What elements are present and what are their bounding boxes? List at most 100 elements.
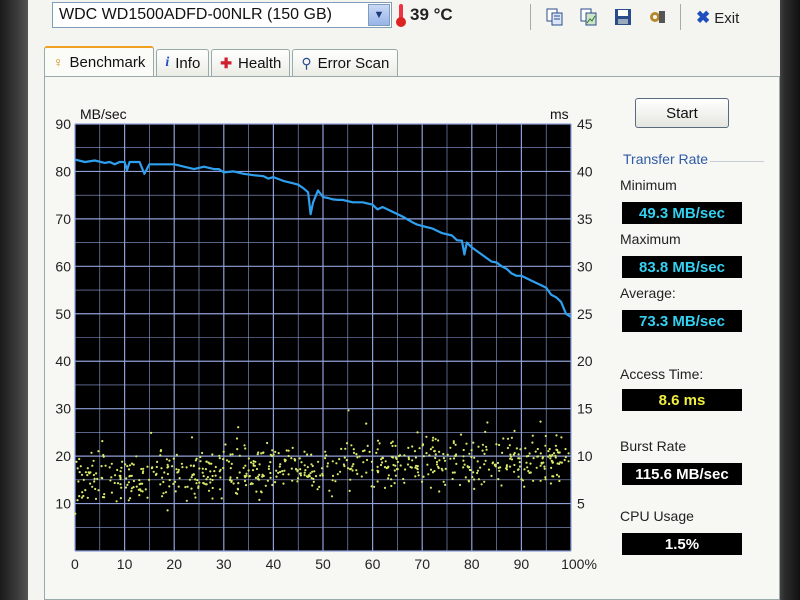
access-time-point [550, 459, 553, 462]
access-time-point [378, 442, 381, 445]
access-time-point [331, 479, 334, 482]
access-time-point [393, 469, 396, 472]
access-time-point [446, 453, 449, 456]
access-time-point [523, 468, 526, 471]
access-time-value: 8.6 ms [622, 389, 742, 411]
access-time-point [376, 448, 379, 451]
access-time-point [95, 472, 98, 475]
access-time-point [531, 441, 534, 444]
access-time-point [172, 482, 175, 485]
access-time-point [495, 443, 498, 446]
access-time-point [472, 441, 475, 444]
access-time-point [438, 450, 441, 453]
access-time-point [393, 482, 396, 485]
access-time-point [491, 461, 495, 464]
access-time-point [108, 466, 111, 469]
access-time-point [471, 475, 474, 479]
start-button[interactable]: Start [635, 98, 729, 128]
access-time-point [162, 480, 165, 484]
access-time-point [528, 452, 531, 455]
access-time-point [334, 480, 337, 483]
access-time-point [254, 460, 257, 463]
access-time-point [379, 463, 383, 467]
access-time-point [82, 478, 85, 481]
access-time-point [312, 477, 315, 480]
access-time-point [513, 463, 516, 467]
access-time-point [222, 466, 225, 470]
transfer-rate-title: Transfer Rate [623, 151, 709, 167]
access-time-point [321, 474, 324, 477]
access-time-point [161, 495, 164, 498]
access-time-point [338, 458, 341, 461]
access-time-point [414, 456, 417, 459]
access-time-point [199, 455, 202, 459]
access-time-point [306, 453, 309, 456]
access-time-point [244, 464, 247, 467]
access-time-point [193, 492, 196, 495]
access-time-point [486, 421, 489, 424]
x-tick-label: 50 [315, 556, 331, 572]
access-time-point [554, 456, 557, 459]
access-time-point [484, 459, 487, 462]
access-time-point [324, 457, 327, 460]
access-time-point [484, 430, 487, 433]
access-time-point [555, 473, 559, 476]
access-time-point [255, 467, 259, 471]
access-time-point [244, 484, 248, 487]
access-time-point [316, 488, 319, 491]
y-tick-label-left: 10 [55, 496, 71, 512]
access-time-point [539, 420, 542, 423]
access-time-point [377, 470, 380, 473]
access-time-point [79, 465, 82, 468]
access-time-point [110, 476, 113, 479]
access-time-point [128, 464, 132, 467]
access-time-point [551, 461, 554, 464]
access-time-point [207, 489, 211, 492]
y-tick-label-right: 5 [577, 496, 585, 512]
y-tick-label-right: 45 [577, 116, 593, 132]
access-time-point [194, 478, 197, 481]
access-time-point [211, 453, 214, 456]
access-time-point [394, 444, 397, 447]
access-time-point [101, 440, 104, 443]
access-time-point [473, 456, 476, 459]
access-time-point [213, 470, 216, 473]
access-time-point [556, 451, 560, 454]
access-time-point [132, 479, 135, 483]
access-time-point [177, 485, 180, 488]
access-time-point [523, 485, 526, 488]
access-time-point [102, 453, 105, 457]
access-time-point [462, 448, 465, 452]
x-tick-label: 60 [365, 556, 381, 572]
access-time-point [444, 483, 447, 486]
access-time-point [113, 481, 116, 485]
access-time-point [152, 470, 155, 473]
access-time-point [541, 457, 544, 460]
access-time-point [416, 471, 420, 474]
access-time-point [238, 471, 241, 474]
access-time-point [360, 475, 363, 478]
access-time-point [138, 494, 141, 497]
access-time-point [437, 439, 440, 442]
access-time-point [567, 460, 570, 463]
access-time-point [343, 456, 346, 459]
access-time-point [476, 460, 479, 463]
access-time-point [146, 465, 149, 468]
access-time-point [214, 465, 217, 469]
access-time-point [432, 436, 435, 439]
access-time-point [525, 461, 528, 464]
access-time-point [499, 466, 502, 469]
access-time-point [198, 481, 201, 484]
access-time-point [342, 463, 345, 466]
minimum-label: Minimum [620, 177, 677, 193]
access-time-point [151, 466, 154, 469]
access-time-point [225, 459, 229, 462]
access-time-point [479, 466, 482, 469]
access-time-point [269, 461, 272, 464]
access-time-point [209, 481, 212, 484]
access-time-point [483, 463, 486, 466]
access-time-point [229, 476, 232, 479]
access-time-point [279, 470, 282, 474]
access-time-point [324, 450, 327, 453]
access-time-point [195, 457, 198, 460]
